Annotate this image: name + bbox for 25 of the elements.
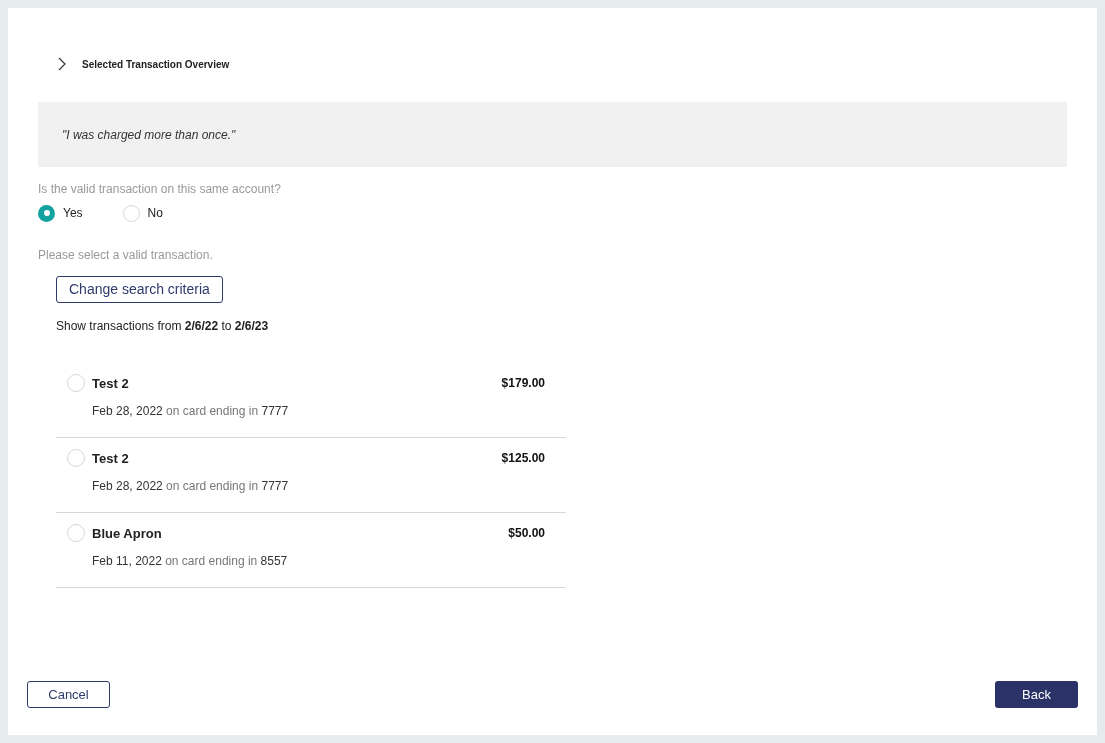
merchant-name: Test 2 [92,375,130,393]
back-button[interactable]: Back [995,681,1078,708]
transaction-details: Feb 28, 2022 on card ending in 7777 [92,477,290,495]
amount: $50.00 [508,525,545,542]
date-range-text: Show transactions from 2/6/22 to 2/6/23 [56,318,270,335]
merchant-name: Test 2 [92,450,130,468]
radio-button[interactable] [38,204,55,222]
merchant-name: Blue Apron [92,525,163,543]
cancel-button[interactable]: Cancel [27,681,110,708]
radio-button[interactable] [67,374,85,392]
section-title[interactable]: Selected Transaction Overview [82,56,230,72]
customer-quote: "I was charged more than once." [62,126,236,144]
change-search-criteria-button[interactable]: Change search criteria [56,276,223,303]
amount: $125.00 [501,450,545,467]
transaction-details: Feb 28, 2022 on card ending in 7777 [92,402,290,420]
radio-button[interactable] [122,204,140,222]
question-label: Is the valid transaction on this same account? [38,181,282,198]
radio-label[interactable]: Yes [63,204,83,222]
radio-button[interactable] [67,524,85,542]
amount: $179.00 [501,375,545,392]
radio-button[interactable] [67,449,85,467]
chevron-icon[interactable] [58,57,66,71]
instruction-text: Please select a valid transaction. [38,247,214,264]
transaction-details: Feb 11, 2022 on card ending in 8557 [92,552,289,570]
radio-label[interactable]: No [147,204,163,222]
